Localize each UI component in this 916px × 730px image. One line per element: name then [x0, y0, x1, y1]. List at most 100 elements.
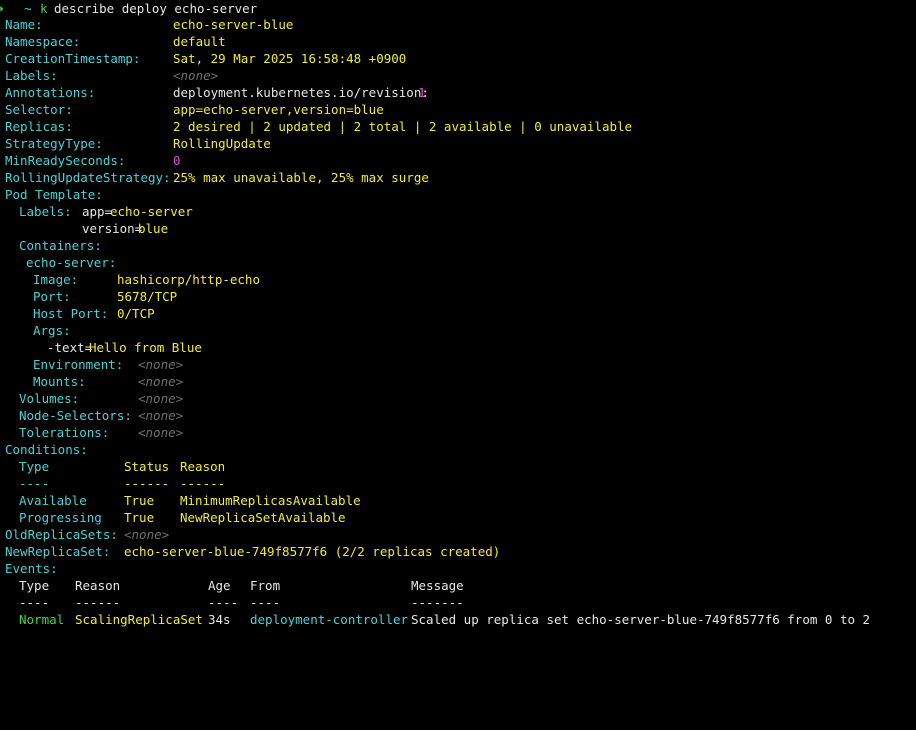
- field-key: Name:: [5, 17, 43, 32]
- arg-value: Hello from Blue: [89, 340, 202, 355]
- condition-type: Available: [19, 493, 87, 508]
- field-key: Host Port:: [33, 306, 109, 321]
- none-value: <none>: [138, 425, 184, 440]
- field-key: OldReplicaSets:: [5, 527, 118, 542]
- field-value: 0/TCP: [117, 306, 155, 321]
- column-header-from: From: [250, 578, 281, 593]
- pod-tolerations: Tolerations: <none>: [0, 424, 183, 441]
- field-key: Selector:: [5, 102, 73, 117]
- label-value: echo-server: [110, 204, 193, 219]
- none-value: <none>: [173, 68, 219, 83]
- event-type: Normal: [19, 612, 65, 627]
- container-name: echo-server:: [26, 255, 117, 270]
- conditions-column-headers: Type Status Reason: [0, 458, 225, 475]
- section-key: Pod Template:: [5, 187, 103, 202]
- field-name: Name: echo-server-blue: [0, 16, 293, 33]
- none-value: <none>: [138, 391, 184, 406]
- none-value: <none>: [138, 357, 184, 372]
- field-value: RollingUpdate: [173, 136, 271, 151]
- container-name-line: echo-server:: [0, 254, 116, 271]
- none-value: <none>: [124, 527, 170, 542]
- events-separator: ---- ------ ---- ---- -------: [0, 594, 464, 611]
- condition-reason: NewReplicaSetAvailable: [180, 510, 346, 525]
- condition-reason: MinimumReplicasAvailable: [180, 493, 361, 508]
- field-replicas: Replicas: 2 desired | 2 updated | 2 tota…: [0, 118, 632, 135]
- field-min-ready-seconds: MinReadySeconds: 0: [0, 152, 181, 169]
- separator: ----: [208, 595, 239, 610]
- separator: ----: [250, 595, 281, 610]
- pod-template-header: Pod Template:: [0, 186, 103, 203]
- field-key: CreationTimestamp:: [5, 51, 141, 66]
- field-key: Namespace:: [5, 34, 81, 49]
- old-replica-sets: OldReplicaSets: <none>: [0, 526, 169, 543]
- container-mounts: Mounts: <none>: [0, 373, 183, 390]
- label-key: app=: [82, 204, 113, 219]
- command-alias: k: [40, 1, 48, 16]
- section-key: Conditions:: [5, 442, 88, 457]
- field-key: MinReadySeconds:: [5, 153, 126, 168]
- containers-header: Containers:: [0, 237, 102, 254]
- table-row: Available True MinimumReplicasAvailable: [0, 492, 361, 509]
- field-value: app=echo-server,version=blue: [173, 102, 384, 117]
- label-key: version=: [82, 221, 143, 236]
- table-row: Normal ScalingReplicaSet 34s deployment-…: [0, 611, 870, 628]
- field-rolling-update-strategy: RollingUpdateStrategy: 25% max unavailab…: [0, 169, 429, 186]
- container-host-port: Host Port: 0/TCP: [0, 305, 155, 322]
- none-value: <none>: [138, 408, 184, 423]
- field-key: Environment:: [33, 357, 124, 372]
- field-key: Labels:: [19, 204, 72, 219]
- arg-flag: -text=: [47, 340, 93, 355]
- column-header-type: Type: [19, 459, 50, 474]
- field-key: RollingUpdateStrategy:: [5, 170, 171, 185]
- field-key: Mounts:: [33, 374, 86, 389]
- field-labels: Labels: <none>: [0, 67, 218, 84]
- field-value: echo-server-blue-749f8577f6 (2/2 replica…: [124, 544, 501, 559]
- field-value: hashicorp/http-echo: [117, 272, 260, 287]
- separator: ----: [19, 595, 50, 610]
- event-reason: ScalingReplicaSet: [75, 612, 203, 627]
- separator: ------: [124, 476, 170, 491]
- container-image: Image: hashicorp/http-echo: [0, 271, 260, 288]
- separator: ------: [180, 476, 226, 491]
- event-age: 34s: [208, 612, 231, 627]
- field-key: Annotations:: [5, 85, 96, 100]
- event-from: deployment-controller: [250, 612, 409, 627]
- field-key: Volumes:: [19, 391, 80, 406]
- annotation-key: deployment.kubernetes.io/revision:: [173, 85, 437, 100]
- event-message: Scaled up replica set echo-server-blue-7…: [411, 612, 871, 627]
- conditions-header: Conditions:: [0, 441, 88, 458]
- section-key: Events:: [5, 561, 58, 576]
- annotation-value: 1: [418, 85, 426, 100]
- field-strategy-type: StrategyType: RollingUpdate: [0, 135, 271, 152]
- conditions-separator: ---- ------ ------: [0, 475, 225, 492]
- field-key: Tolerations:: [19, 425, 110, 440]
- field-key: Image:: [33, 272, 79, 287]
- prompt-arrow-icon: ➜: [0, 0, 4, 17]
- container-arg: -text= Hello from Blue: [0, 339, 202, 356]
- prompt-line: ➜ ~ k describe deploy echo-server: [0, 0, 257, 17]
- column-header-age: Age: [208, 578, 231, 593]
- field-key: Node-Selectors:: [19, 408, 132, 423]
- column-header-reason: Reason: [75, 578, 121, 593]
- terminal-window[interactable]: ➜ ~ k describe deploy echo-server Name: …: [0, 0, 916, 641]
- condition-status: True: [124, 493, 155, 508]
- field-key: Port:: [33, 289, 71, 304]
- container-environment: Environment: <none>: [0, 356, 183, 373]
- command-text: describe deploy echo-server: [54, 1, 258, 16]
- field-key: StrategyType:: [5, 136, 103, 151]
- field-annotations: Annotations: deployment.kubernetes.io/re…: [0, 84, 429, 101]
- pod-labels-line-2: version= blue: [0, 220, 168, 237]
- events-column-headers: Type Reason Age From Message: [0, 577, 464, 594]
- none-value: <none>: [138, 374, 184, 389]
- separator: ----: [19, 476, 50, 491]
- table-row: Progressing True NewReplicaSetAvailable: [0, 509, 346, 526]
- column-header-message: Message: [411, 578, 464, 593]
- field-key: Replicas:: [5, 119, 73, 134]
- field-key: Args:: [33, 323, 71, 338]
- column-header-type: Type: [19, 578, 50, 593]
- column-header-status: Status: [124, 459, 170, 474]
- field-key: NewReplicaSet:: [5, 544, 111, 559]
- condition-status: True: [124, 510, 155, 525]
- pod-node-selectors: Node-Selectors: <none>: [0, 407, 183, 424]
- events-header: Events:: [0, 560, 58, 577]
